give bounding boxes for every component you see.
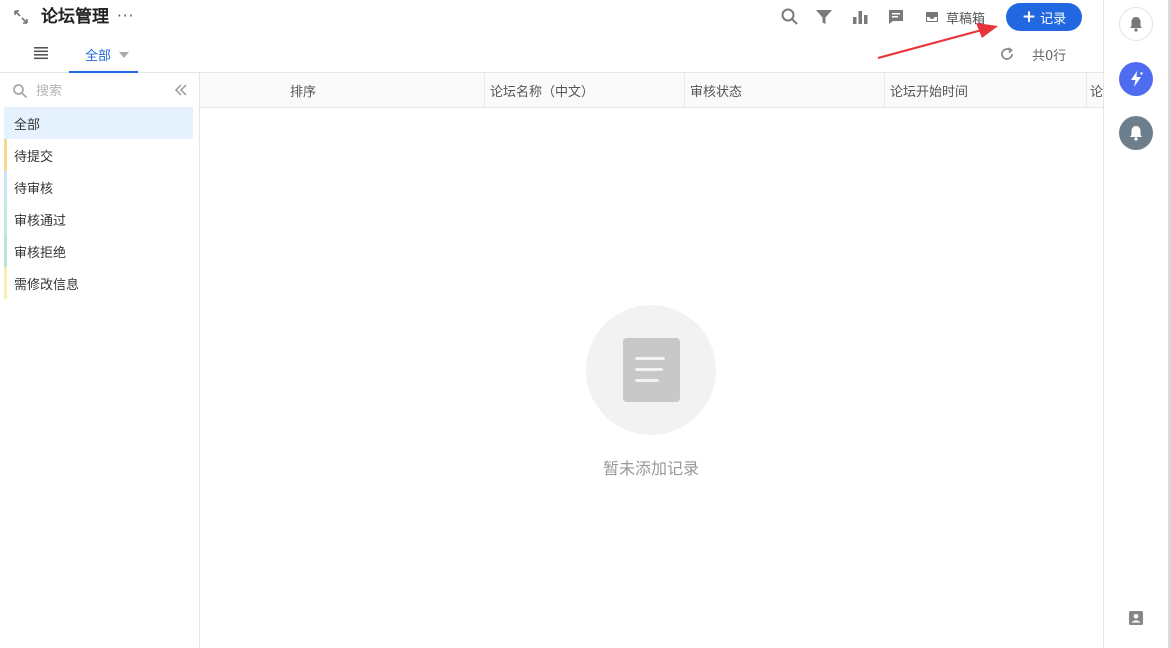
column-header-start-time[interactable]: 论坛开始时间: [885, 73, 1087, 108]
tab-all-label: 全部: [85, 49, 112, 64]
more-options-icon[interactable]: ···: [117, 6, 134, 26]
column-header-forum-name[interactable]: 论坛名称（中文）: [485, 73, 685, 108]
empty-state-illustration: [586, 305, 716, 435]
tab-all-view[interactable]: 全部: [69, 38, 138, 73]
sidebar: 全部待提交待审核审核通过审核拒绝需修改信息: [0, 73, 200, 648]
filter-item[interactable]: 全部: [4, 107, 193, 139]
filter-item-label: 待提交: [14, 149, 54, 165]
ai-assistant-button[interactable]: [1119, 62, 1153, 96]
collapse-arrows-icon[interactable]: [12, 8, 30, 26]
menu-icon[interactable]: [33, 46, 49, 60]
row-count: 共0行: [1032, 49, 1067, 64]
lightning-icon: [1131, 71, 1143, 87]
app-main: 论坛管理 ··· 草稿箱 + 记录 全部 共0行 搜索 全部 待提交 待审核 审…: [0, 0, 1103, 648]
notification-button[interactable]: [1119, 7, 1153, 41]
page-title: 论坛管理: [41, 7, 109, 27]
sidebar-search: [12, 81, 162, 101]
status-filter-list: 全部待提交待审核审核通过审核拒绝需修改信息: [4, 107, 193, 299]
filter-item[interactable]: 审核通过: [4, 203, 193, 235]
document-icon: [623, 338, 680, 402]
filter-icon[interactable]: [814, 7, 834, 27]
contact-card-icon[interactable]: [1128, 610, 1144, 626]
filter-item-label: 审核通过: [14, 213, 67, 229]
bell-icon: [1130, 17, 1142, 32]
right-rail: [1103, 0, 1171, 648]
annotation-arrow-icon: [877, 23, 998, 60]
add-record-label: 记录: [1040, 11, 1067, 27]
plus-icon: +: [1021, 7, 1037, 27]
filter-item[interactable]: 待审核: [4, 171, 193, 203]
filter-item[interactable]: 审核拒绝: [4, 235, 193, 267]
filter-item-label: 待审核: [14, 181, 54, 197]
filter-item[interactable]: 需修改信息: [4, 267, 193, 299]
column-header-order[interactable]: 排序: [200, 73, 485, 108]
filter-item-label: 全部: [14, 117, 41, 133]
search-input[interactable]: [36, 83, 156, 99]
double-chevron-left-icon[interactable]: [173, 82, 189, 98]
empty-state-message: 暂未添加记录: [602, 459, 699, 478]
filter-item-label: 审核拒绝: [14, 245, 67, 261]
filter-item-label: 需修改信息: [14, 277, 80, 293]
search-icon: [13, 84, 28, 99]
column-header-partial[interactable]: 论: [1087, 73, 1103, 108]
caret-down-icon[interactable]: [119, 51, 130, 58]
bar-chart-icon[interactable]: [850, 7, 870, 27]
bell-icon: [1130, 126, 1142, 141]
alerts-button[interactable]: [1119, 116, 1153, 150]
search-icon[interactable]: [780, 7, 800, 27]
column-header-review-status[interactable]: 审核状态: [685, 73, 885, 108]
add-record-button[interactable]: + 记录: [1006, 3, 1082, 31]
table-header: 排序 论坛名称（中文） 审核状态 论坛开始时间 论: [200, 73, 1103, 108]
filter-item[interactable]: 待提交: [4, 139, 193, 171]
